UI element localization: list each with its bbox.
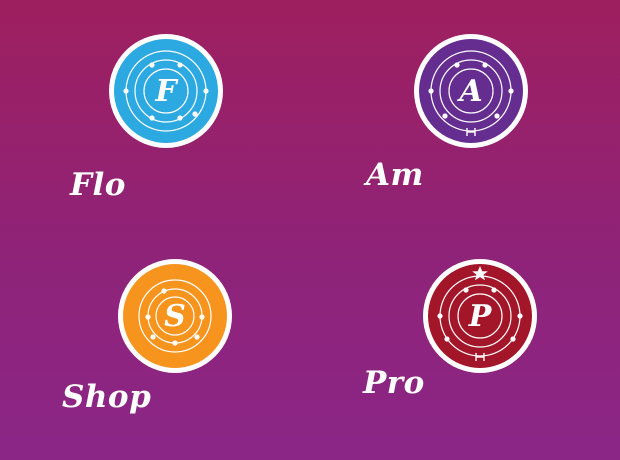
pro-badge-letter: P bbox=[468, 299, 493, 334]
app-tile-flo[interactable]: F Flo bbox=[0, 0, 310, 230]
am-badge-letter: A bbox=[456, 74, 482, 109]
shop-badge-letter: S bbox=[164, 299, 186, 334]
am-label: Am bbox=[366, 157, 424, 193]
pro-label: Pro bbox=[363, 365, 425, 401]
app-tile-pro[interactable]: P Pro bbox=[310, 230, 620, 460]
flo-label: Flo bbox=[70, 167, 126, 203]
shop-label: Shop bbox=[62, 379, 152, 415]
shop-badge-icon[interactable]: S bbox=[116, 257, 234, 375]
flo-badge-letter: F bbox=[154, 74, 179, 109]
app-tile-am[interactable]: A Am bbox=[310, 0, 620, 230]
app-tile-shop[interactable]: S Shop bbox=[0, 230, 310, 460]
flo-badge-icon[interactable]: F bbox=[107, 32, 225, 150]
am-badge-icon[interactable]: A bbox=[412, 32, 530, 150]
pro-badge-icon[interactable]: P bbox=[421, 257, 539, 375]
